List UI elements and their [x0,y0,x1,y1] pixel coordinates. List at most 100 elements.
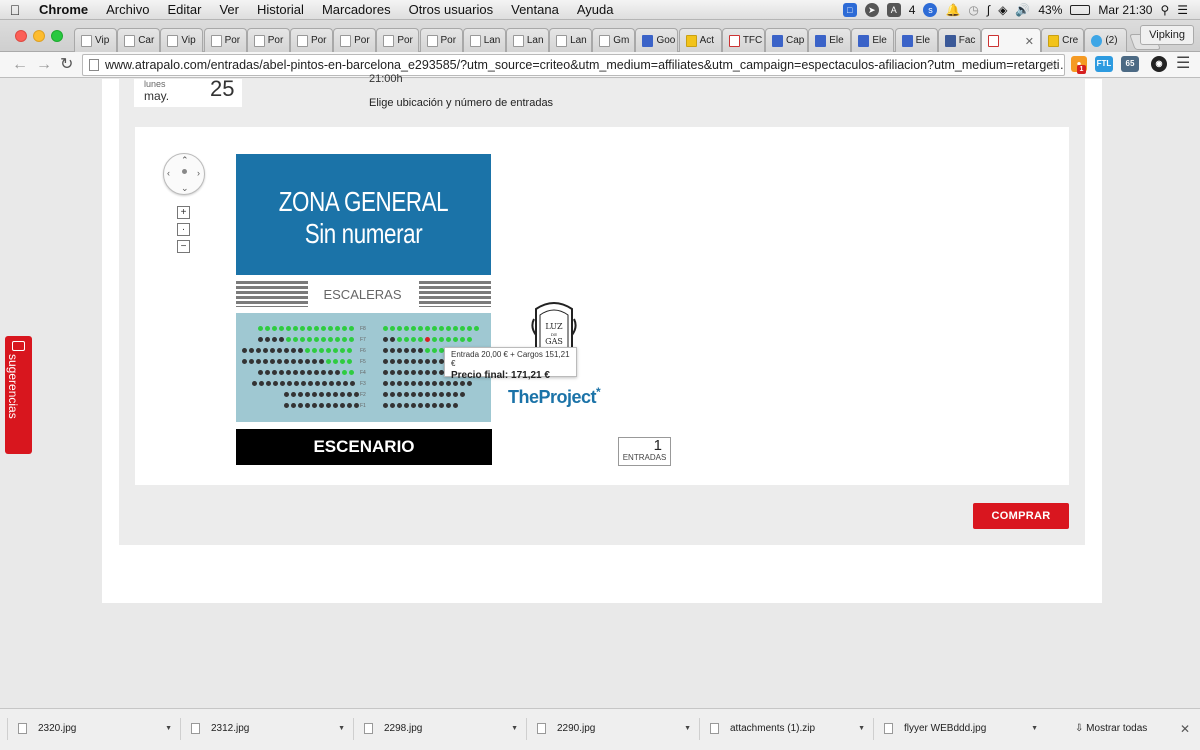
seat[interactable] [315,381,320,386]
tab-22[interactable]: Cre [1041,28,1085,52]
tab-17[interactable]: Ele [808,28,852,52]
seat[interactable] [342,326,347,331]
bookmark-star-icon[interactable]: ☆ [1045,55,1058,75]
seat[interactable] [256,359,261,364]
pan-center-icon[interactable] [182,169,187,174]
menu-archivo[interactable]: Archivo [97,2,158,17]
menu-ayuda[interactable]: Ayuda [568,2,623,17]
download-item[interactable]: 2290.jpg ▼ [526,718,699,740]
seat[interactable] [390,348,395,353]
seat[interactable] [284,392,289,397]
seat[interactable] [397,326,402,331]
seat[interactable] [411,403,416,408]
seat[interactable] [298,359,303,364]
seat[interactable] [273,381,278,386]
seat[interactable] [312,403,317,408]
menu-otros-usuarios[interactable]: Otros usuarios [400,2,503,17]
seat[interactable] [460,326,465,331]
tab-1[interactable]: Car [117,28,161,52]
ticket-quantity[interactable]: 1 ENTRADAS [618,437,671,466]
seat[interactable] [249,348,254,353]
seat[interactable] [305,348,310,353]
tab-4[interactable]: Por [246,28,290,52]
seat[interactable] [319,359,324,364]
location-icon[interactable]: ➤ [864,3,879,17]
tab-14[interactable]: Act [678,28,722,52]
buy-button[interactable]: COMPRAR [973,503,1069,529]
zoom-reset-icon[interactable]: · [177,223,190,236]
download-item[interactable]: 2298.jpg ▼ [353,718,526,740]
notification-center-icon[interactable]: ☰ [1177,3,1188,17]
seat[interactable] [383,326,388,331]
seat[interactable] [284,359,289,364]
seat[interactable] [354,403,359,408]
seat[interactable] [249,359,254,364]
seat[interactable] [242,348,247,353]
pan-left-icon[interactable]: ‹ [167,168,170,178]
seat[interactable] [279,326,284,331]
zoom-window-button[interactable] [51,30,63,42]
seat[interactable] [467,326,472,331]
seat[interactable] [284,403,289,408]
seat[interactable] [418,370,423,375]
seat[interactable] [432,359,437,364]
seat[interactable] [277,359,282,364]
seat[interactable] [322,381,327,386]
seat[interactable] [446,381,451,386]
seat[interactable] [326,348,331,353]
seat[interactable] [432,403,437,408]
seat[interactable] [293,370,298,375]
seat[interactable] [446,326,451,331]
seat[interactable] [404,348,409,353]
close-downloads-icon[interactable]: ✕ [1180,718,1190,740]
download-menu-icon[interactable]: ▼ [1031,718,1038,740]
seat[interactable] [305,403,310,408]
menu-marcadores[interactable]: Marcadores [313,2,400,17]
profile-button[interactable]: Vipking [1140,25,1194,45]
seat[interactable] [258,370,263,375]
seat[interactable] [328,370,333,375]
tab-19[interactable]: Ele [894,28,938,52]
adobe-icon[interactable]: A [886,3,901,17]
seat[interactable] [439,337,444,342]
seat[interactable] [263,359,268,364]
seat[interactable] [300,370,305,375]
seat[interactable] [460,337,465,342]
tab-5[interactable]: Por [289,28,333,52]
seat[interactable] [284,348,289,353]
seat[interactable] [305,392,310,397]
seat[interactable] [319,392,324,397]
seat[interactable] [397,348,402,353]
seat[interactable] [404,381,409,386]
seat[interactable] [418,392,423,397]
seat[interactable] [354,392,359,397]
seat[interactable] [397,392,402,397]
seat[interactable] [411,392,416,397]
seat[interactable] [314,370,319,375]
seat[interactable] [321,337,326,342]
seat[interactable] [326,359,331,364]
seat[interactable] [258,337,263,342]
seat[interactable] [383,359,388,364]
seat[interactable] [439,403,444,408]
seat[interactable] [263,348,268,353]
seat[interactable] [291,359,296,364]
download-item[interactable]: 2320.jpg ▼ [7,718,180,740]
chrome-menu-icon[interactable]: ☰ [1176,54,1190,74]
tab-8[interactable]: Por [419,28,463,52]
seat[interactable] [335,370,340,375]
seat[interactable] [291,348,296,353]
menu-ventana[interactable]: Ventana [502,2,568,17]
download-item[interactable]: attachments (1).zip ▼ [699,718,873,740]
tab-15[interactable]: TFC [721,28,765,52]
seat[interactable] [397,359,402,364]
seat[interactable] [425,381,430,386]
menu-ver[interactable]: Ver [210,2,248,17]
seat[interactable] [350,381,355,386]
seat[interactable] [347,348,352,353]
tab-0[interactable]: Vip [74,28,117,52]
download-menu-icon[interactable]: ▼ [165,718,172,740]
seat[interactable] [340,392,345,397]
seat[interactable] [319,403,324,408]
seat[interactable] [453,392,458,397]
